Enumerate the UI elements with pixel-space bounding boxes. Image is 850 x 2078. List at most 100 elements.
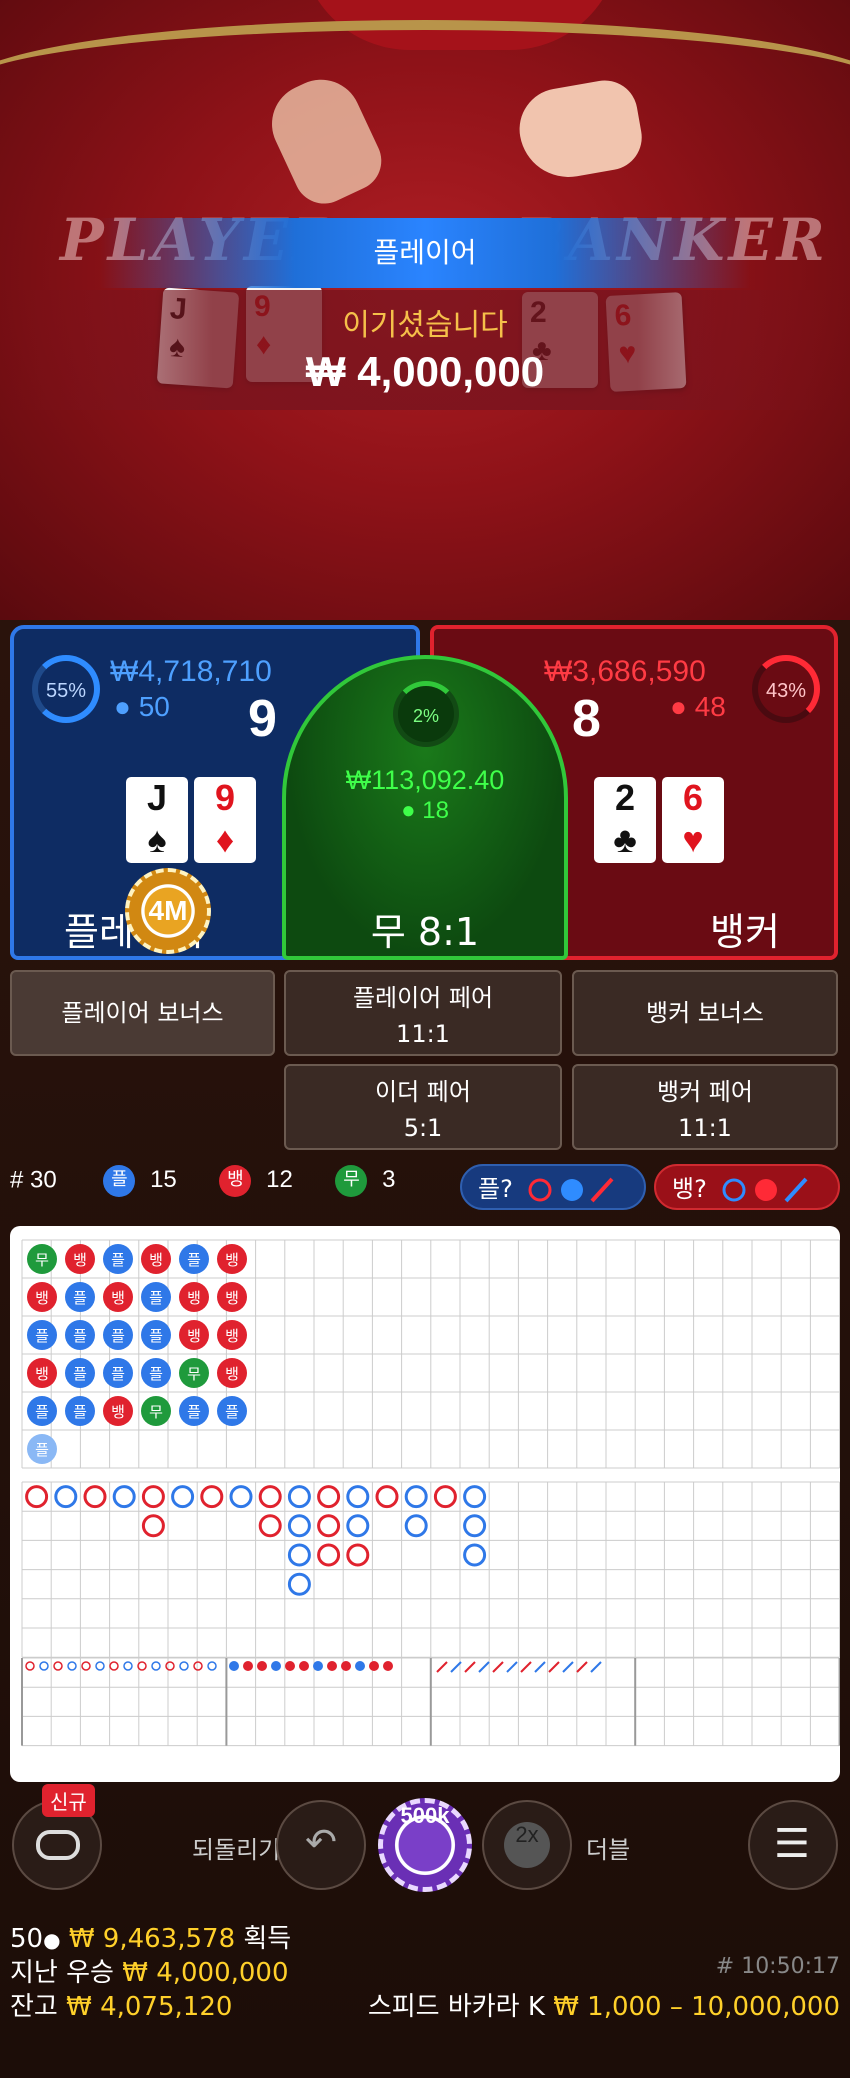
bead-label-2-3: 플 (111, 1365, 125, 1383)
player-bonus-button[interactable]: 플레이어 보너스 (10, 970, 275, 1056)
tie-percent-ring: 2% (393, 681, 459, 747)
big-road-9-2 (287, 1543, 311, 1567)
predict-banker-label: 뱅? (672, 1175, 707, 1203)
person-icon: ● (401, 797, 416, 824)
cockroach-10 (576, 1661, 588, 1673)
big-road-9-1 (287, 1514, 311, 1538)
bead-label-2-1: 뱅 (111, 1289, 125, 1307)
bead-label-4-0: 플 (187, 1251, 201, 1269)
table-limits: ₩ 1,000 – 10,000,000 (553, 1992, 840, 2022)
total-won-suffix: 획득 (243, 1924, 292, 1954)
bead-label-3-4: 무 (149, 1403, 163, 1421)
player-bettor-count: ● 50 (114, 691, 170, 722)
player-stat-count: 15 (150, 1166, 177, 1194)
big-road-6-0 (200, 1485, 224, 1509)
big-road-13-0 (404, 1485, 428, 1509)
round-number: # 30 (10, 1166, 57, 1194)
person-icon: ● (114, 691, 131, 722)
player-bet-amount: ₩4,718,710 (110, 655, 272, 688)
big-road-9-0 (287, 1485, 311, 1509)
big-eye-2 (53, 1661, 63, 1671)
bead-label-4-4: 플 (187, 1403, 201, 1421)
player-score: 9 (248, 690, 277, 748)
small-road-4 (285, 1661, 295, 1671)
either-pair-odds: 5:1 (403, 1114, 443, 1142)
big-road-0-0 (25, 1485, 49, 1509)
bead-label-3-0: 뱅 (149, 1251, 163, 1269)
bead-label-0-5: 플 (35, 1441, 49, 1459)
predict-banker-icons (722, 1177, 808, 1203)
bead-label-3-3: 플 (149, 1365, 163, 1383)
player-pair-label: 플레이어 페어 (352, 984, 494, 1012)
menu-button[interactable]: ☰ (748, 1800, 838, 1890)
bead-label-1-0: 뱅 (73, 1251, 87, 1269)
big-eye-3 (67, 1661, 77, 1671)
big-road-9-3 (287, 1572, 311, 1596)
placed-chip-4m[interactable]: 4M (125, 868, 211, 954)
banker-percent-ring: 43% (752, 655, 820, 723)
bead-label-5-1: 뱅 (225, 1289, 239, 1307)
bead-label-1-2: 플 (73, 1327, 87, 1345)
big-road-11-0 (346, 1485, 370, 1509)
last-win-label: 지난 우승 (10, 1958, 114, 1988)
predict-banker-button[interactable]: 뱅? (654, 1164, 840, 1210)
big-eye-4 (81, 1661, 91, 1671)
big-road-10-0 (317, 1485, 341, 1509)
big-road-8-1 (258, 1514, 282, 1538)
bead-label-5-0: 뱅 (225, 1251, 239, 1269)
bead-label-3-1: 플 (149, 1289, 163, 1307)
total-won-amount: ₩ 9,463,578 (68, 1924, 236, 1954)
person-icon: ● (670, 691, 687, 722)
either-pair-button[interactable]: 이더 페어 5:1 (284, 1064, 562, 1150)
bead-label-1-1: 플 (73, 1289, 87, 1307)
table-info: 스피드 바카라 K ₩ 1,000 – 10,000,000 (368, 1986, 840, 2023)
big-road-11-1 (346, 1514, 370, 1538)
players-count: 50 (10, 1924, 44, 1954)
clock: # 10:50:17 (715, 1954, 840, 1979)
small-road-5 (299, 1661, 309, 1671)
either-pair-label: 이더 페어 (375, 1078, 471, 1106)
small-road-6 (313, 1661, 323, 1671)
cockroach-11 (590, 1661, 602, 1673)
big-road-10-1 (317, 1514, 341, 1538)
bead-label-4-1: 뱅 (187, 1289, 201, 1307)
scoreboard-roads[interactable]: 무뱅플뱅플플뱅플플플플플뱅플플뱅뱅플플플무플뱅뱅무플뱅뱅뱅뱅플 (10, 1226, 840, 1782)
big-eye-10 (165, 1661, 175, 1671)
double-button[interactable]: 2x (482, 1800, 572, 1890)
big-eye-6 (109, 1661, 119, 1671)
small-road-8 (341, 1661, 351, 1671)
cockroach-6 (520, 1661, 532, 1673)
player-card-1: J ♠ (126, 777, 188, 863)
big-road-15-2 (463, 1543, 487, 1567)
cockroach-0 (436, 1661, 448, 1673)
tie-label: 무 8:1 (370, 910, 480, 954)
banker-card-1: 2 ♣ (594, 777, 656, 863)
selected-chip-500k[interactable]: 500k (378, 1798, 472, 1892)
bead-label-0-3: 뱅 (35, 1365, 49, 1383)
undo-icon: ↶ (305, 1820, 337, 1864)
big-road-12-0 (375, 1485, 399, 1509)
big-road-10-2 (317, 1543, 341, 1567)
bead-label-3-2: 플 (149, 1327, 163, 1345)
bead-label-4-2: 뱅 (187, 1327, 201, 1345)
banker-bonus-button[interactable]: 뱅커 보너스 (572, 970, 838, 1056)
big-road-4-0 (141, 1485, 165, 1509)
big-road-5-0 (171, 1485, 195, 1509)
tie-bet-spot[interactable]: 2% ₩113,092.40 ● 18 무 8:1 (282, 655, 568, 960)
undo-button[interactable]: ↶ (276, 1800, 366, 1890)
predict-player-button[interactable]: 플? (460, 1164, 646, 1210)
big-eye-9 (151, 1661, 161, 1671)
cockroach-4 (492, 1661, 504, 1673)
player-pair-button[interactable]: 플레이어 페어 11:1 (284, 970, 562, 1056)
banker-label: 뱅커 (710, 910, 780, 954)
banker-pair-button[interactable]: 뱅커 페어 11:1 (572, 1064, 838, 1150)
big-road-3-0 (112, 1485, 136, 1509)
big-eye-11 (179, 1661, 189, 1671)
tie-stat-icon: 무 (335, 1165, 368, 1197)
bead-label-0-2: 플 (35, 1327, 49, 1345)
tie-stat-count: 3 (382, 1166, 396, 1194)
bead-label-1-4: 플 (73, 1403, 87, 1421)
menu-icon: ☰ (774, 1821, 810, 1867)
table-name: 스피드 바카라 K (367, 1992, 545, 2022)
cockroach-2 (464, 1661, 476, 1673)
